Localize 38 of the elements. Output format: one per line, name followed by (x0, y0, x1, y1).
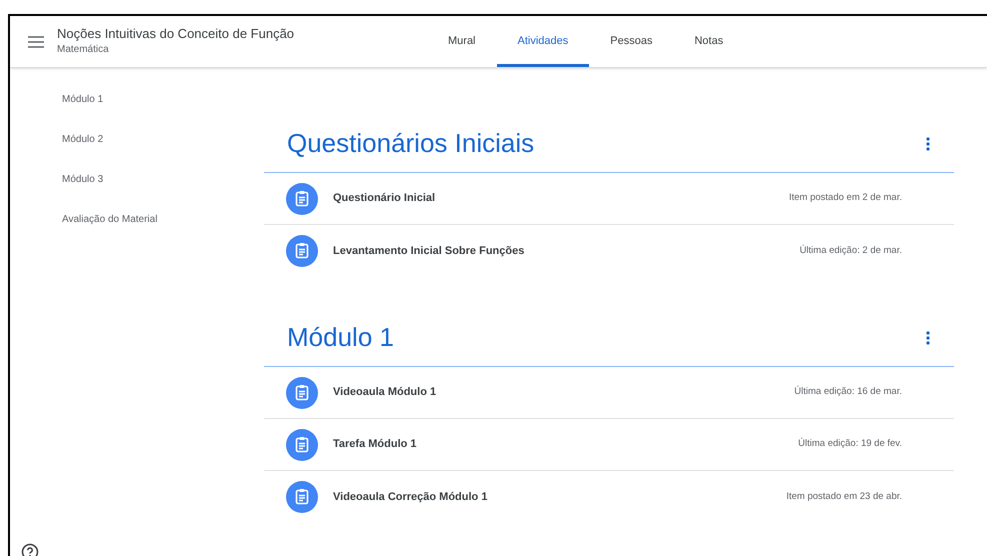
assignment-row[interactable]: Videoaula Correção Módulo 1 Item postado em 23 de abr. (264, 471, 954, 523)
nav-tab[interactable]: Atividades (496, 16, 590, 67)
assignment-row[interactable]: Videoaula Módulo 1 Última edição: 16 de mar. (264, 367, 954, 419)
menu-icon (28, 36, 44, 48)
nav-tab[interactable]: Mural (427, 16, 497, 67)
more-options-button[interactable] (924, 136, 932, 152)
assignment-icon (286, 182, 318, 214)
assignment-icon (286, 376, 318, 408)
sidebar-item[interactable]: Módulo 1 (62, 92, 264, 132)
class-subtitle: Matemática (57, 43, 110, 57)
assignment-row[interactable]: Levantamento Inicial Sobre Funções Última edição: 2 de mar. (264, 225, 954, 277)
assignment-icon (286, 428, 318, 460)
assignment-icon (286, 235, 318, 267)
assignment-title: Levantamento Inicial Sobre Funções (333, 244, 526, 259)
more-options-button[interactable] (924, 330, 932, 346)
topic-heading: Questionários Iniciais (287, 127, 534, 160)
topic-heading: Módulo 1 (287, 321, 394, 354)
assignment-row[interactable]: Tarefa Módulo 1 Última edição: 19 de fev. (264, 419, 954, 471)
assignment-date: Última edição: 19 de fev. (798, 437, 902, 452)
nav-tab[interactable]: Notas (673, 16, 744, 67)
assignment-title: Tarefa Módulo 1 (333, 437, 418, 452)
more-icon (926, 136, 930, 150)
assignment-date: Última edição: 2 de mar. (800, 244, 902, 258)
assignment-date: Item postado em 2 de mar. (788, 191, 902, 206)
sidebar-item[interactable]: Módulo 3 (62, 172, 264, 212)
sidebar-item[interactable]: Avaliação do Material (62, 212, 264, 252)
assignment-icon (286, 481, 318, 513)
more-icon (926, 330, 930, 344)
assignment-date: Item postado em 23 de abr. (786, 490, 902, 504)
assignment-title: Questionário Inicial (333, 191, 436, 206)
sidebar-item[interactable]: Módulo 2 (62, 132, 264, 172)
class-title: Noções Intuitivas do Conceito de Função (57, 26, 296, 42)
help-icon[interactable] (21, 543, 39, 556)
nav-tab[interactable]: Pessoas (589, 16, 674, 67)
assignment-date: Última edição: 16 de mar. (794, 385, 902, 400)
assignment-title: Videoaula Módulo 1 (333, 385, 438, 400)
assignment-row[interactable]: Questionário Inicial Item postado em 2 de mar. (264, 173, 954, 225)
assignment-title: Videoaula Correção Módulo 1 (333, 490, 488, 505)
